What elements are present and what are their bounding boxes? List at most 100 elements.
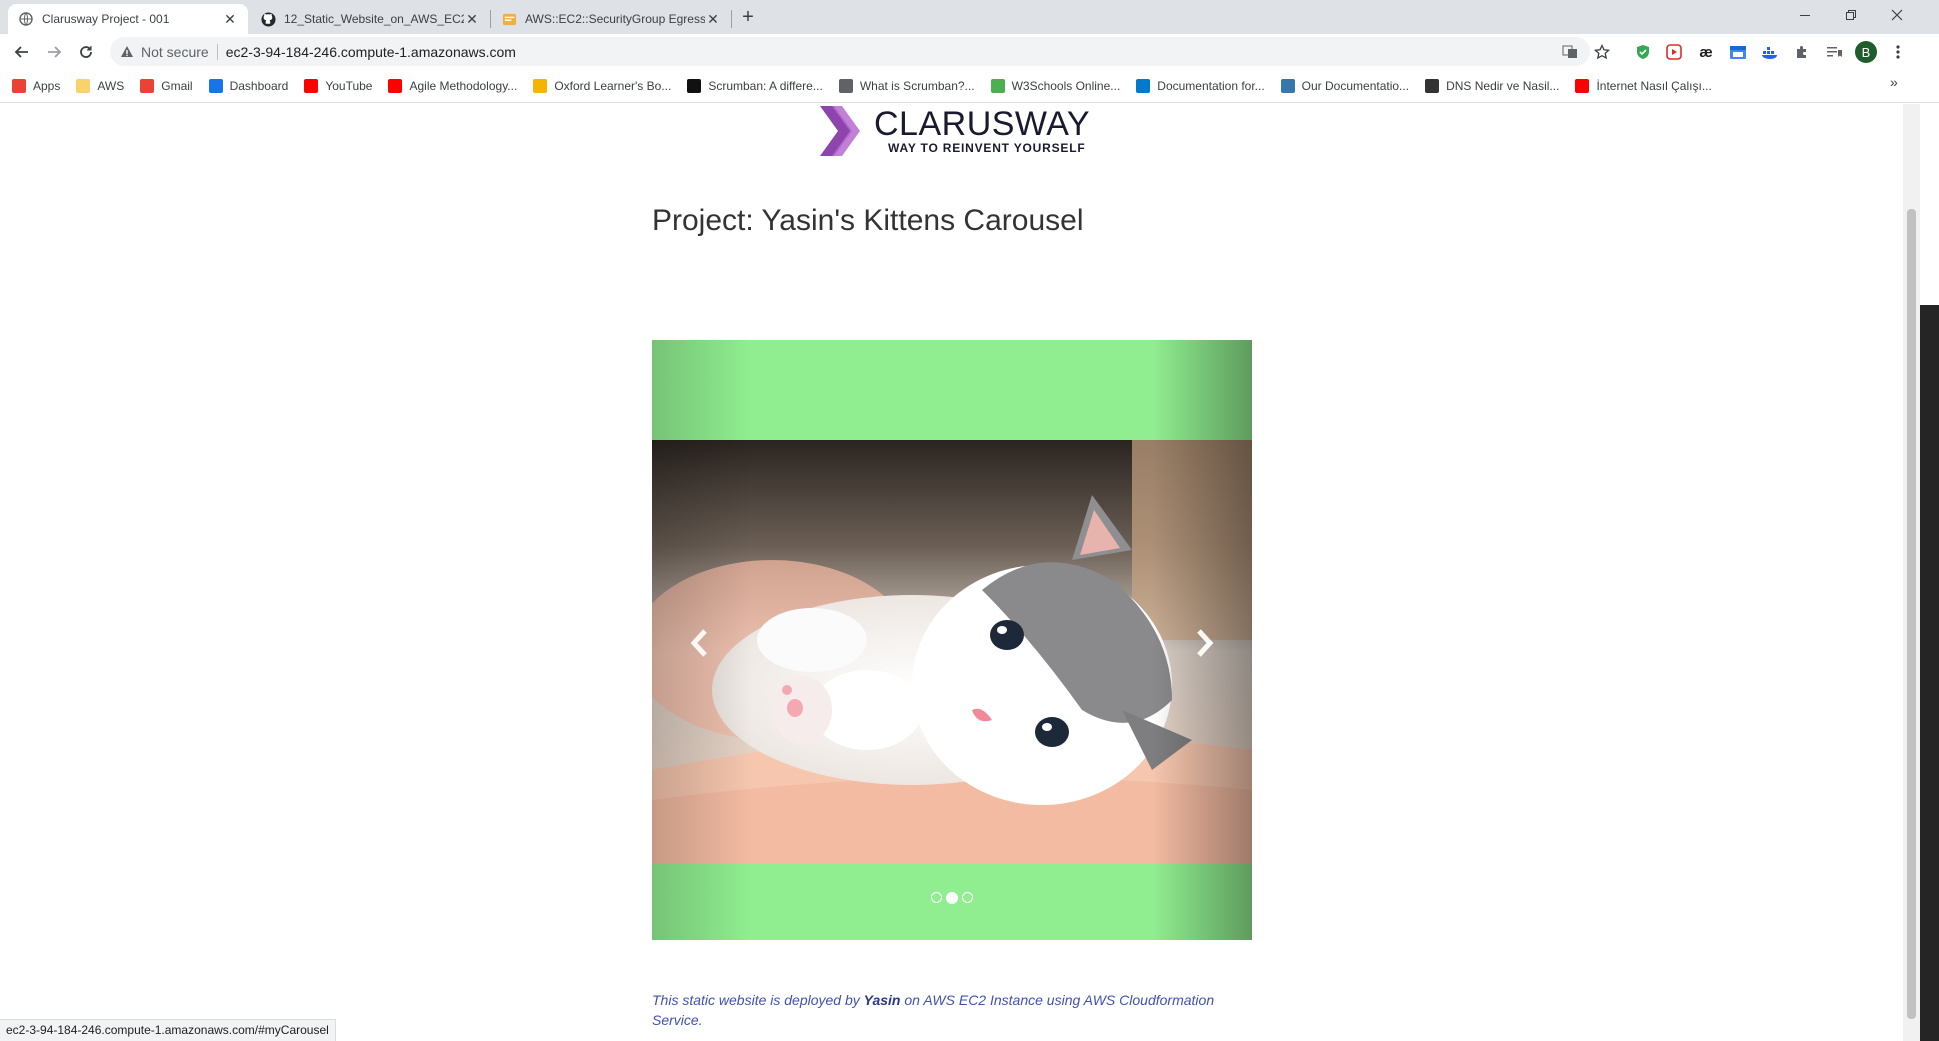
scrollbar-thumb[interactable] [1907,209,1916,1019]
security-indicator[interactable]: Not secure [120,44,209,60]
minimize-button[interactable] [1782,0,1828,30]
bookmark-item[interactable]: Gmail [140,79,193,93]
omnibox-divider [216,43,218,60]
bookmark-label: What is Scrumban?... [859,79,975,93]
bookmark-label: Documentation for... [1157,79,1265,93]
oxford-icon [533,79,548,93]
close-tab-icon[interactable]: ✕ [464,11,480,27]
bookmarks-bar: Apps AWS Gmail Dashboard YouTube Agile Method… [0,70,1939,103]
bookmark-label: Dashboard [229,79,289,93]
dashboard-icon [208,79,223,93]
clarusway-chevron-logo-icon [820,106,860,156]
reload-icon[interactable] [74,40,98,64]
footer-author: Yasin [863,992,901,1008]
bookmark-label: Oxford Learner's Bo... [554,79,672,93]
status-bar-url: ec2-3-94-184-246.compute-1.amazonaws.com… [0,1019,336,1041]
carousel-indicator-1[interactable] [931,892,942,903]
shield-extension-icon[interactable] [1633,42,1653,62]
carousel-indicators [652,892,1252,904]
d-icon [687,79,702,93]
bookmark-label: Our Documentatio... [1301,79,1410,93]
bookmark-item[interactable]: DNS Nedir ve Nasil... [1425,79,1559,93]
close-tab-icon[interactable]: ✕ [705,11,721,27]
puzzle-extensions-icon[interactable] [1792,42,1812,62]
kebab-menu-icon[interactable] [1888,42,1908,62]
profile-avatar[interactable]: B [1855,41,1877,63]
carousel-next-button[interactable] [1185,623,1225,663]
tab-clarusway-project[interactable]: Clarusway Project - 001 ✕ [8,4,248,34]
bookmark-item[interactable]: Documentation for... [1136,79,1265,93]
bookmark-item[interactable]: Apps [12,79,60,93]
bookmark-item[interactable]: Dashboard [208,79,289,93]
logo-tagline: WAY TO REINVENT YOURSELF [888,141,1086,155]
page-viewport: CLARUSWAY WAY TO REINVENT YOURSELF Proje… [0,104,1903,1041]
globe-icon [18,11,34,27]
more-bookmarks-chevron-icon[interactable]: » [1890,74,1898,90]
info-icon [1425,79,1440,93]
ae-extension-icon[interactable]: æ [1696,42,1716,62]
youtube-icon [304,79,319,93]
bookmark-item[interactable]: İnternet Nasıl Çalışı... [1575,79,1712,93]
browser-toolbar: Not secure ec2-3-94-184-246.compute-1.am… [0,34,1939,70]
deployment-note: This static website is deployed by Yasin… [652,990,1252,1030]
bookmark-label: Gmail [161,79,193,93]
kittens-carousel [652,340,1252,940]
vscode-icon [1136,79,1151,93]
bookmark-label: Agile Methodology... [409,79,518,93]
restore-button[interactable] [1828,0,1874,30]
calendar-extension-icon[interactable] [1728,42,1748,62]
chevron-right-icon [1197,629,1214,657]
python-icon [1280,79,1295,93]
bookmark-item[interactable]: Our Documentatio... [1280,79,1410,93]
youtube-icon [1575,79,1590,93]
bookmark-label: AWS [97,79,125,93]
carousel-indicator-2[interactable] [946,892,958,904]
bookmark-item[interactable]: Agile Methodology... [388,79,517,93]
page-title: Project: Yasin's Kittens Carousel [652,204,1084,237]
bookmark-item[interactable]: Scrumban: A differe... [687,79,823,93]
carousel-indicator-3[interactable] [962,892,973,903]
close-tab-icon[interactable]: ✕ [222,11,238,27]
a-icon [838,79,853,93]
carousel-prev-button[interactable] [679,623,719,663]
bookmark-label: W3Schools Online... [1011,79,1121,93]
clarusway-logo: CLARUSWAY WAY TO REINVENT YOURSELF [818,104,1090,158]
apps-grid-icon [12,79,26,93]
close-window-button[interactable] [1874,0,1920,30]
record-extension-icon[interactable] [1664,42,1684,62]
tab-aws-security-group[interactable]: AWS::EC2::SecurityGroup Egress ✕ [491,4,731,34]
w3schools-icon [990,79,1005,93]
forward-arrow-icon[interactable] [42,40,66,64]
folder-icon [76,79,91,93]
bookmark-item[interactable]: YouTube [304,79,372,93]
logo-name: CLARUSWAY [874,105,1091,143]
tab-strip: Clarusway Project - 001 ✕ 12_Static_Webs… [0,0,1939,34]
tab-github-static-website[interactable]: 12_Static_Website_on_AWS_EC2_ ✕ [250,4,490,34]
page-scrollbar[interactable] [1903,104,1920,1041]
footer-prefix: This static website is deployed by [652,992,864,1008]
chevron-left-icon [690,629,707,657]
security-label: Not secure [141,43,209,60]
bookmark-item[interactable]: What is Scrumban?... [838,79,975,93]
gmail-icon [140,79,155,93]
url-text[interactable]: ec2-3-94-184-246.compute-1.amazonaws.com [226,44,516,60]
bookmark-label: İnternet Nasıl Çalışı... [1596,79,1712,93]
bookmark-label: YouTube [325,79,373,93]
bookmark-item[interactable]: W3Schools Online... [990,79,1121,93]
bookmark-label: Scrumban: A differe... [708,79,823,93]
aws-docs-icon [501,11,517,27]
bookmark-star-icon[interactable] [1592,42,1612,62]
browser-chrome: Clarusway Project - 001 ✕ 12_Static_Webs… [0,0,1939,104]
docker-extension-icon[interactable] [1760,42,1780,62]
reading-list-icon[interactable] [1824,42,1844,62]
youtube-icon [388,79,403,93]
bookmark-label: Apps [33,79,61,93]
github-icon [260,11,276,27]
new-tab-button[interactable]: + [736,6,760,30]
back-arrow-icon[interactable] [10,40,34,64]
translate-icon[interactable] [1560,42,1580,62]
tab-divider [731,10,732,28]
bookmark-item[interactable]: Oxford Learner's Bo... [533,79,671,93]
bookmark-item[interactable]: AWS [76,79,124,93]
address-bar[interactable]: Not secure ec2-3-94-184-246.compute-1.am… [110,37,1590,66]
